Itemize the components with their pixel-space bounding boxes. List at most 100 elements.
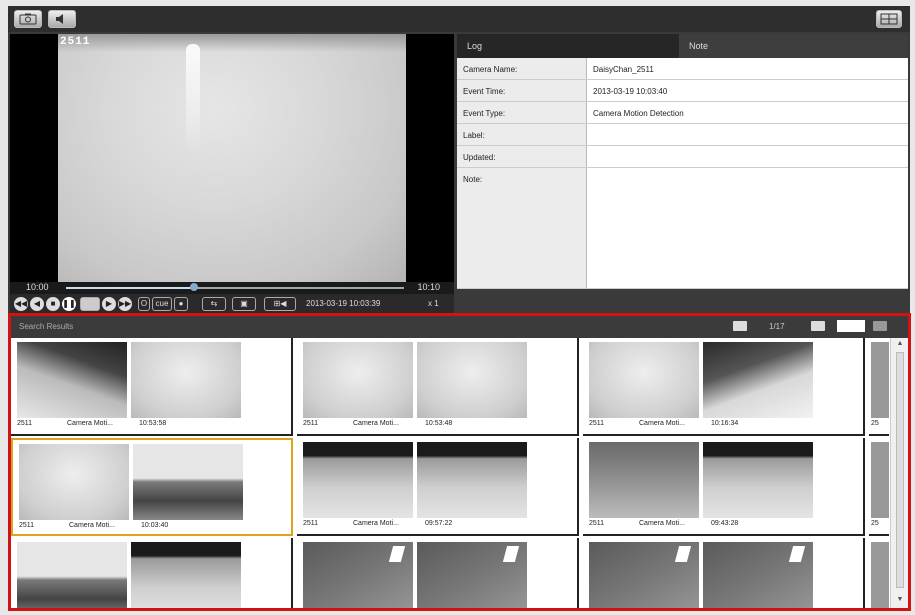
result-time: 10:53:48 [425,420,453,427]
playback-timestamp: 2013-03-19 10:03:39 [306,299,381,308]
step-forward-button[interactable]: ▶ [102,297,116,311]
log-row-label: Event Type: [457,102,587,123]
log-row: Camera Name: DaisyChan_2511 [457,58,908,80]
record-icon: ⊞◀ [273,299,287,308]
layout-icon [880,13,898,25]
timeline-end: 10:10 [417,282,440,292]
playback-speed: x 1 [428,299,439,308]
search-results-header: Search Results 1/17 [11,316,908,338]
result-item[interactable]: 2511 Camera Moti... 09:43:28 [583,438,865,536]
pause-icon: ❚❚ [62,299,76,308]
result-item[interactable]: 2511 Camera Moti... 10:53:48 [297,338,579,436]
result-thumbnail [703,542,813,608]
speed-slider[interactable] [80,297,100,311]
result-thumbnail [703,442,813,518]
timeline-start: 10:00 [26,282,49,292]
top-toolbar [8,6,910,32]
result-item-partial[interactable]: 25 [869,438,889,536]
audio-button[interactable] [48,10,76,28]
log-row: Updated: [457,146,908,168]
timeline-progress [66,287,195,289]
result-thumbnail [131,542,241,608]
list-view-button[interactable] [873,321,887,331]
snapshot-button[interactable] [14,10,42,28]
rewind-icon: ◀◀ [14,299,28,308]
result-thumbnail [589,442,699,518]
result-time: 10:03:40 [141,522,169,529]
camera-overlay-label: 2511 [60,36,91,48]
tab-note[interactable]: Note [679,34,908,58]
log-row-label: Updated: [457,146,587,167]
tab-log[interactable]: Log [457,34,679,58]
result-event: Camera Moti... [69,522,115,529]
scroll-down-icon[interactable]: ▼ [895,596,905,606]
step-back-button[interactable]: ◀ [30,297,44,311]
result-item[interactable]: 2511 Camera Moti... 09:57:22 [297,438,579,536]
result-time: 09:57:22 [425,520,453,527]
log-tabs: Log Note [457,34,908,58]
fast-forward-button[interactable]: ▶▶ [118,297,132,311]
log-row: Label: [457,124,908,146]
pause-button[interactable]: ❚❚ [62,297,76,311]
result-camera: 2511 [303,520,319,527]
fast-forward-icon: ▶▶ [118,299,132,308]
sync-button[interactable]: ⇆ [202,297,226,311]
video-frame [58,34,406,282]
timeline-track[interactable] [66,283,404,291]
player-controls: ◀◀ ◀ ■ ❚❚ ▶ ▶▶ O cue ● ⇆ ▣ ⊞◀ 2013-03-19… [10,294,454,314]
mark-icon: ● [178,299,184,308]
timeline[interactable]: 10:00 10:10 [10,282,454,294]
result-time: 10:16:34 [711,420,739,427]
result-camera: 25 [871,520,879,527]
result-item[interactable] [11,538,293,608]
result-thumbnail [19,444,129,520]
layout-button[interactable] [876,10,902,28]
cue-label: cue [155,299,169,308]
result-camera: 2511 [303,420,319,427]
search-results-title: Search Results [19,322,74,331]
result-item[interactable]: 2511 Camera Moti... 10:53:58 [11,338,293,436]
result-item[interactable]: 2511 Camera Moti... 10:03:40 [11,438,293,536]
log-row-value: 2013-03-19 10:03:40 [593,87,668,96]
export-icon: ▣ [240,299,248,308]
step-forward-icon: ▶ [105,299,113,308]
timeline-handle[interactable] [190,283,199,291]
ptz-label: O [140,299,148,308]
result-item-partial[interactable] [869,538,889,608]
mark-button[interactable]: ● [174,297,188,311]
export-button[interactable]: ▣ [232,297,256,311]
results-scrollbar[interactable]: ▲ ▼ [890,338,908,608]
result-thumbnail [417,442,527,518]
result-thumbnail [703,342,813,418]
prev-page-button[interactable] [811,321,825,331]
scroll-up-icon[interactable]: ▲ [895,340,905,350]
sync-icon: ⇆ [210,299,218,308]
result-item[interactable] [583,538,865,608]
stop-button[interactable]: ■ [46,297,60,311]
result-item-partial[interactable]: 25 [869,338,889,436]
result-thumbnail [303,542,413,608]
ptz-button[interactable]: O [138,297,150,311]
rewind-button[interactable]: ◀◀ [14,297,28,311]
camera-icon [19,13,37,25]
page-indicator: 1/17 [769,322,785,331]
result-thumbnail [871,342,889,418]
video-player[interactable]: 2511 [10,34,454,282]
scrollbar-thumb[interactable] [896,352,904,588]
result-thumbnail [871,542,889,608]
result-item[interactable]: 2511 Camera Moti... 10:16:34 [583,338,865,436]
log-row: Note: [457,168,908,289]
page-input[interactable] [837,320,865,332]
cue-button[interactable]: cue [152,297,172,311]
result-thumbnail [589,342,699,418]
log-row-value: Camera Motion Detection [593,109,684,118]
thumbnail-view-button[interactable] [733,321,747,331]
log-row-value: DaisyChan_2511 [593,65,654,74]
result-item[interactable] [297,538,579,608]
result-time: 09:43:28 [711,520,739,527]
log-row: Event Type: Camera Motion Detection [457,102,908,124]
record-button[interactable]: ⊞◀ [264,297,296,311]
stop-icon: ■ [50,299,56,308]
log-footer [457,289,908,314]
speaker-icon [56,14,63,24]
